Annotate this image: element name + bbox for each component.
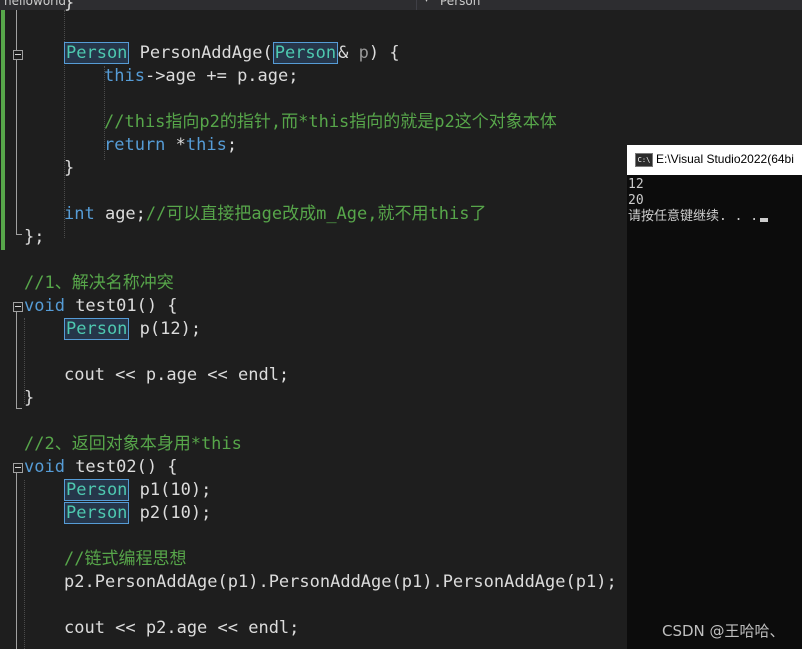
outline-line-test02 (16, 473, 17, 649)
console-prompt-text: 请按任意键继续. . . (628, 209, 759, 224)
code-line: Person p1(10); (64, 479, 212, 501)
collapse-test01-icon[interactable] (13, 302, 23, 312)
project-dropdown[interactable]: helloworld (4, 0, 66, 8)
text-cursor (760, 218, 769, 222)
console-prompt-line: 请按任意键继续. . . (628, 209, 769, 225)
code-line-method-signature: Person PersonAddAge(Person & p) { (64, 42, 400, 64)
editor-navigation-bar: helloworld ▾ Person (0, 0, 802, 10)
code-line: } (64, 0, 75, 13)
collapse-test02-icon[interactable] (13, 463, 23, 473)
type-person: Person (272, 42, 339, 64)
code-line: void test01() { (24, 296, 178, 316)
code-comment: //2、返回对象本身用*this (24, 434, 242, 454)
outline-end-test01 (16, 408, 22, 409)
code-comment: //this指向p2的指针,而*this指向的就是p2这个对象本体 (104, 112, 557, 132)
code-line: return *this; (104, 135, 238, 155)
code-line: } (64, 158, 75, 178)
code-line: Person p2(10); (64, 502, 212, 524)
type-person: Person (64, 502, 130, 524)
code-comment: //链式编程思想 (64, 549, 187, 569)
console-output-line: 12 (628, 177, 644, 192)
console-title: E:\Visual Studio2022(64bi (656, 152, 794, 166)
code-line: this->age += p.age; (104, 66, 299, 86)
code-line: cout << p.age << endl; (64, 365, 290, 385)
code-line: int age;//可以直接把age改成m_Age,就不用this了 (64, 204, 487, 224)
type-person: Person (64, 479, 130, 501)
code-line: }; (24, 227, 45, 247)
console-title-bar[interactable]: C:\ E:\Visual Studio2022(64bi (627, 145, 802, 175)
change-tracking-bar (1, 10, 5, 250)
code-line: p2.PersonAddAge(p1).PersonAddAge(p1).Per… (64, 572, 617, 592)
code-comment: //1、解决名称冲突 (24, 273, 174, 293)
console-window[interactable]: C:\ E:\Visual Studio2022(64bi 12 20 请按任意… (627, 145, 802, 649)
code-line: Person p(12); (64, 318, 202, 340)
indent-guide (24, 480, 25, 649)
console-app-icon: C:\ (635, 153, 653, 167)
outline-line-test01 (16, 312, 17, 408)
collapse-method-icon[interactable] (13, 50, 23, 60)
class-scope-dropdown[interactable]: Person (440, 0, 480, 8)
dropdown-arrow-icon[interactable]: ▾ (424, 0, 429, 5)
code-line: void test02() { (24, 457, 178, 477)
navbar-divider (416, 0, 417, 10)
type-person: Person (64, 318, 130, 340)
watermark: CSDN @王哈哈、 (662, 622, 785, 640)
console-output-line: 20 (628, 193, 644, 208)
code-line: cout << p2.age << endl; (64, 618, 300, 638)
type-person: Person (64, 42, 130, 64)
code-line: } (24, 388, 35, 408)
outline-end-class (16, 234, 22, 235)
outline-line-method (16, 60, 17, 164)
